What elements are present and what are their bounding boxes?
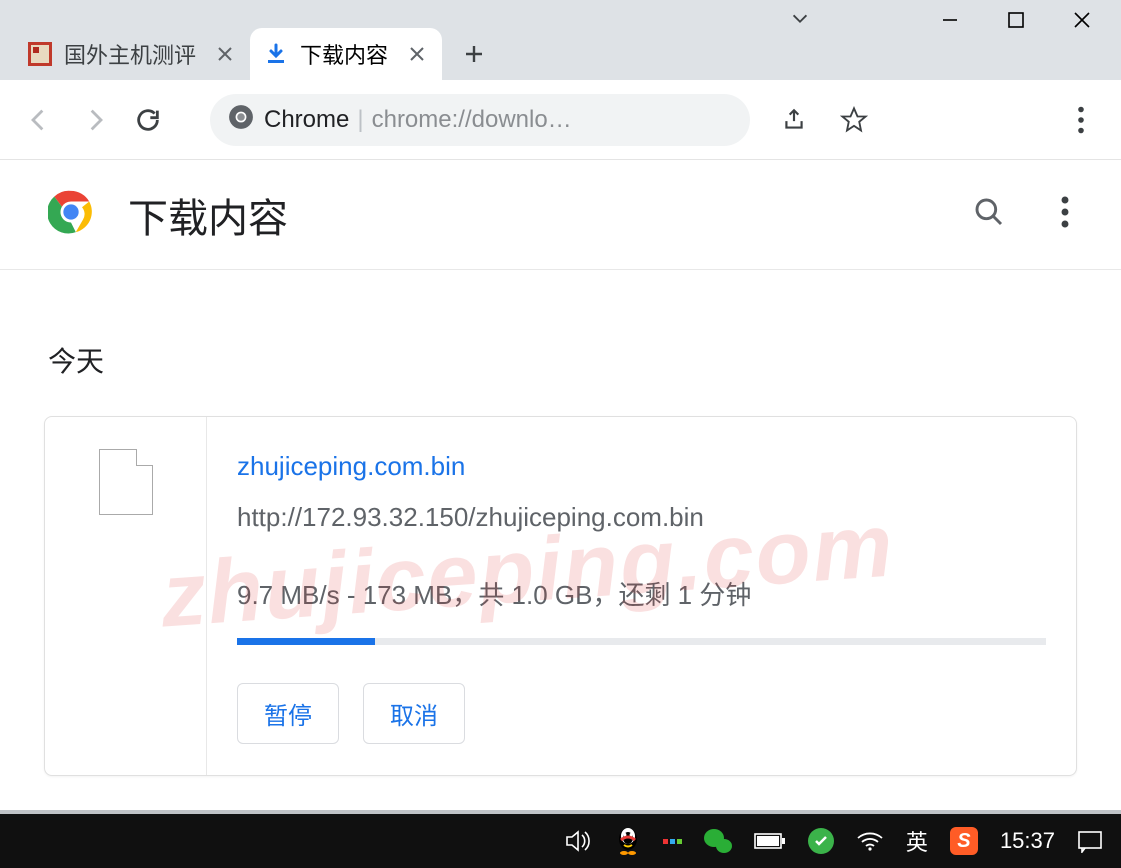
wechat-icon[interactable] (704, 829, 732, 853)
back-button[interactable] (20, 100, 60, 140)
new-tab-button[interactable] (452, 32, 496, 76)
downloads-body: zhujiceping.com 今天 zhujiceping.com.bin h… (0, 270, 1121, 810)
progress-track (237, 638, 1046, 645)
favicon-hostreview (28, 42, 52, 66)
omnibox-product: Chrome (264, 106, 349, 134)
wifi-icon[interactable] (856, 830, 884, 852)
share-button[interactable] (774, 100, 814, 140)
page-title: 下载内容 (128, 186, 288, 244)
cancel-button[interactable]: 取消 (363, 683, 465, 744)
window-controls (917, 0, 1115, 40)
tab-strip: 国外主机测评 下载内容 (0, 0, 496, 80)
file-icon (99, 449, 153, 515)
color-grid-icon[interactable] (663, 839, 682, 844)
browser-toolbar: Chrome | chrome://downlo… (0, 80, 1121, 160)
minimize-button[interactable] (917, 0, 983, 40)
download-url: http://172.93.32.150/zhujiceping.com.bin (237, 502, 1046, 533)
tab-label: 下载内容 (300, 38, 388, 70)
forward-button[interactable] (74, 100, 114, 140)
qq-icon[interactable] (615, 826, 641, 856)
chrome-product-icon (228, 104, 254, 135)
omnibox-text: Chrome | chrome://downlo… (264, 106, 572, 134)
download-card: zhujiceping.com.bin http://172.93.32.150… (44, 416, 1077, 776)
volume-icon[interactable] (565, 829, 593, 853)
maximize-button[interactable] (983, 0, 1049, 40)
ime-indicator[interactable]: 英 (906, 825, 928, 857)
download-icon-area (45, 417, 207, 775)
bookmark-button[interactable] (834, 100, 874, 140)
download-status: 9.7 MB/s - 173 MB，共 1.0 GB，还剩 1 分钟 (237, 575, 1046, 612)
pause-button[interactable]: 暂停 (237, 683, 339, 744)
tabs-overflow-button[interactable] (789, 8, 811, 35)
search-icon[interactable] (973, 196, 1005, 233)
window-titlebar: 国外主机测评 下载内容 (0, 0, 1121, 80)
tab-label: 国外主机测评 (64, 38, 196, 70)
downloads-header: 下载内容 (0, 160, 1121, 270)
reload-button[interactable] (128, 100, 168, 140)
close-icon[interactable] (214, 43, 236, 65)
taskbar-clock[interactable]: 15:37 (1000, 828, 1055, 854)
tab-downloads[interactable]: 下载内容 (250, 28, 442, 80)
download-icon (264, 42, 288, 66)
progress-bar (237, 638, 375, 645)
check-icon[interactable] (808, 828, 834, 854)
browser-menu-button[interactable] (1061, 100, 1101, 140)
sogou-icon[interactable]: S (950, 827, 978, 855)
close-icon[interactable] (406, 43, 428, 65)
section-today: 今天 (48, 340, 1077, 380)
address-bar[interactable]: Chrome | chrome://downlo… (210, 94, 750, 146)
tab-hostreview[interactable]: 国外主机测评 (14, 28, 250, 80)
omnibox-url: chrome://downlo… (372, 106, 572, 134)
chrome-logo-icon (48, 189, 94, 240)
download-filename[interactable]: zhujiceping.com.bin (237, 451, 1046, 482)
notifications-icon[interactable] (1077, 829, 1103, 853)
battery-icon[interactable] (754, 831, 786, 851)
close-window-button[interactable] (1049, 0, 1115, 40)
page-menu-button[interactable] (1049, 196, 1081, 233)
windows-taskbar: 英 S 15:37 (0, 810, 1121, 868)
